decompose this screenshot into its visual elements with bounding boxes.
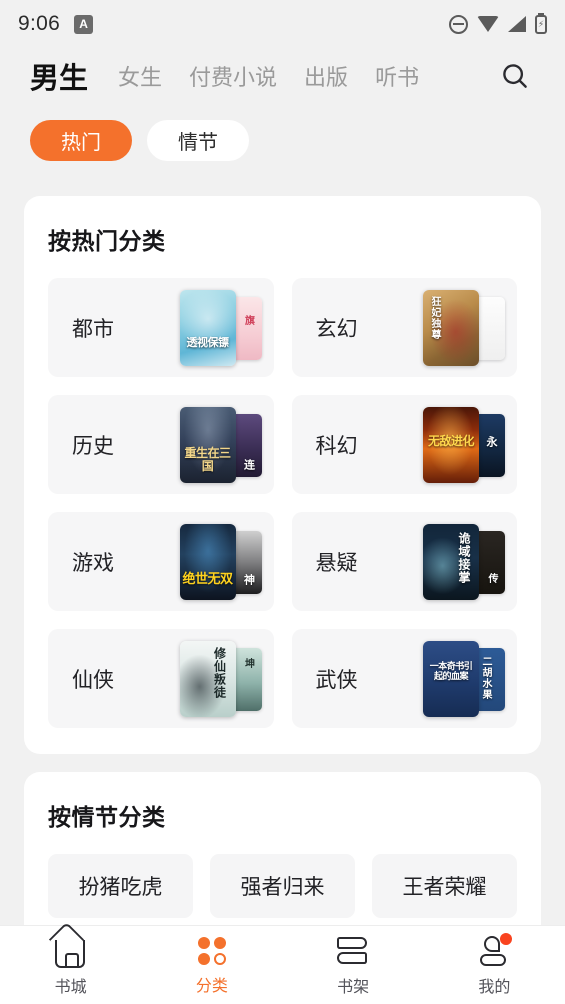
tab-paid-novels[interactable]: 付费小说 [189, 60, 277, 92]
category-cell-mystery[interactable]: 悬疑 传 诡域接掌 [291, 512, 517, 611]
category-label: 悬疑 [315, 551, 358, 575]
wifi-icon [477, 16, 499, 32]
plot-category-card: 按情节分类 扮猪吃虎 强者归来 王者荣耀 [24, 772, 541, 925]
cover-title: 修仙叛徒 [212, 646, 227, 699]
category-label: 武侠 [315, 668, 358, 692]
category-label: 历史 [72, 434, 114, 458]
book-cover-stack: 神 绝世无双 [168, 522, 262, 602]
grid-category-icon [197, 935, 227, 965]
bookshelf-icon [337, 934, 369, 966]
category-label: 都市 [72, 317, 114, 341]
nav-label: 书城 [54, 978, 87, 996]
filter-pill-group: 热门 情节 [0, 104, 565, 161]
status-bar-clock: 9:06 [18, 12, 61, 35]
category-cell-urban[interactable]: 都市 旗 透视保镖 [48, 278, 274, 377]
cover-title: 透视保镖 [186, 336, 230, 349]
battery-charging-icon [535, 12, 547, 34]
plot-tag-chip[interactable]: 强者归来 [210, 854, 355, 918]
category-cell-scifi[interactable]: 科幻 永 无敌进化 [291, 395, 517, 494]
nav-label: 分类 [195, 977, 228, 995]
nav-item-bookshelf[interactable]: 书架 [283, 934, 424, 997]
book-cover-stack: 二胡水果 一本奇书引起的血案 [411, 639, 505, 719]
book-cover-stack: 坤 修仙叛徒 [168, 639, 262, 719]
bottom-navigation-bar: 书城 分类 书架 我的 [0, 925, 565, 1004]
nav-item-bookstore[interactable]: 书城 [0, 934, 141, 997]
home-icon [54, 934, 87, 968]
search-button[interactable] [495, 56, 535, 96]
content-scroll-area[interactable]: 按热门分类 都市 旗 透视保镖 玄幻 狂妃独尊 历史 连 重生在三国 科幻 永 … [0, 178, 565, 925]
category-cell-history[interactable]: 历史 连 重生在三国 [48, 395, 274, 494]
book-cover-stack: 旗 透视保镖 [168, 288, 262, 368]
section-title-hot: 按热门分类 [48, 228, 166, 254]
plot-tag-row: 扮猪吃虎 强者归来 王者荣耀 [48, 854, 517, 918]
nav-item-category[interactable]: 分类 [141, 935, 282, 996]
category-label: 科幻 [315, 434, 358, 458]
category-cell-xianxia[interactable]: 仙侠 坤 修仙叛徒 [48, 629, 274, 728]
hot-category-card: 按热门分类 都市 旗 透视保镖 玄幻 狂妃独尊 历史 连 重生在三国 科幻 永 … [24, 196, 541, 754]
primary-book-cover: 修仙叛徒 [179, 640, 236, 717]
primary-book-cover: 诡域接掌 [423, 523, 479, 600]
hot-category-grid: 都市 旗 透视保镖 玄幻 狂妃独尊 历史 连 重生在三国 科幻 永 无敌进化 游… [48, 278, 517, 728]
category-cell-wuxia[interactable]: 武侠 二胡水果 一本奇书引起的血案 [291, 629, 517, 728]
book-cover-stack: 永 无敌进化 [411, 405, 505, 485]
notification-badge-dot [500, 932, 513, 945]
cover-title: 重生在三国 [184, 446, 231, 473]
category-cell-fantasy[interactable]: 玄幻 狂妃独尊 [291, 278, 517, 377]
primary-book-cover: 绝世无双 [179, 523, 236, 600]
tab-publishing[interactable]: 出版 [304, 60, 348, 92]
book-cover-stack: 狂妃独尊 [411, 288, 505, 368]
category-cell-games[interactable]: 游戏 神 绝世无双 [48, 512, 274, 611]
tab-female[interactable]: 女生 [118, 60, 162, 92]
category-tab-bar: 男生 女生 付费小说 出版 听书 [0, 48, 565, 104]
primary-book-cover: 一本奇书引起的血案 [423, 640, 479, 717]
primary-book-cover: 无敌进化 [423, 406, 479, 483]
cellular-signal-icon [508, 16, 526, 32]
cover-title: 无敌进化 [427, 433, 475, 448]
category-label: 仙侠 [72, 668, 114, 692]
nav-label: 书架 [337, 978, 370, 996]
status-bar: 9:06 A [0, 0, 565, 48]
cover-title: 一本奇书引起的血案 [429, 660, 473, 681]
primary-book-cover: 透视保镖 [179, 289, 236, 366]
status-bar-icons [449, 12, 547, 34]
filter-pill-hot[interactable]: 热门 [30, 120, 132, 161]
primary-book-cover: 狂妃独尊 [423, 289, 479, 366]
book-cover-stack: 传 诡域接掌 [411, 522, 505, 602]
book-cover-stack: 连 重生在三国 [168, 405, 262, 485]
app-notification-icon: A [74, 14, 94, 34]
plot-tag-chip[interactable]: 扮猪吃虎 [48, 854, 193, 918]
cover-title: 绝世无双 [182, 570, 233, 586]
cover-title: 狂妃独尊 [429, 295, 440, 340]
search-icon [503, 64, 527, 88]
section-title-plot: 按情节分类 [48, 804, 166, 830]
filter-pill-plot[interactable]: 情节 [147, 120, 249, 161]
nav-item-profile[interactable]: 我的 [424, 932, 565, 997]
app-screen: 9:06 A 男生 女生 付费小说 出版 听书 热门 情节 按热门分类 [0, 0, 565, 1004]
category-label: 玄幻 [315, 317, 358, 341]
tab-audiobooks[interactable]: 听书 [375, 60, 419, 92]
cover-title: 诡域接掌 [457, 531, 471, 584]
plot-tag-chip[interactable]: 王者荣耀 [372, 854, 517, 918]
nav-label: 我的 [478, 978, 511, 996]
do-not-disturb-icon [449, 14, 468, 34]
primary-book-cover: 重生在三国 [179, 406, 236, 483]
person-icon [478, 932, 513, 966]
tab-male[interactable]: 男生 [30, 55, 88, 97]
category-label: 游戏 [72, 551, 114, 575]
